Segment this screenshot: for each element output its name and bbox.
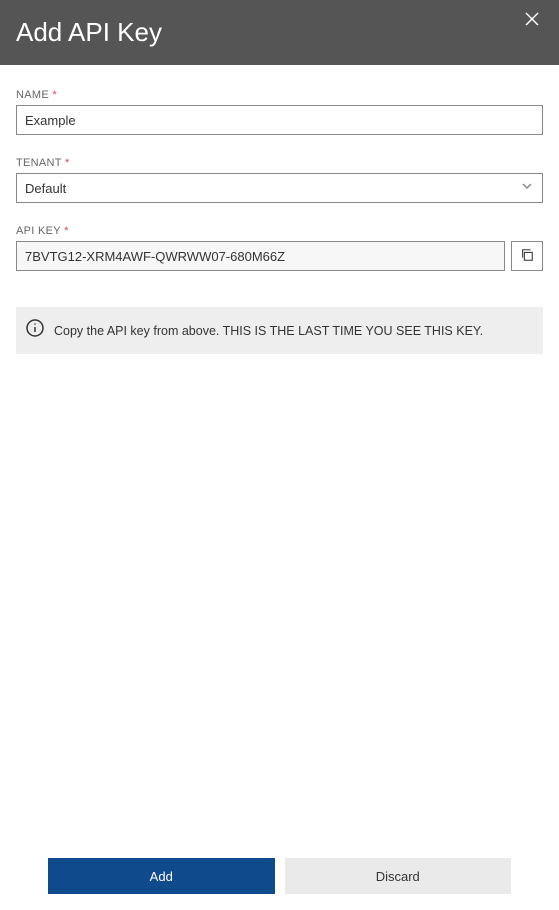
field-name: NAME * <box>16 89 543 135</box>
dialog-footer: Add Discard <box>0 842 559 910</box>
field-tenant: TENANT * Default <box>16 157 543 203</box>
apikey-label: API KEY * <box>16 225 543 237</box>
discard-button[interactable]: Discard <box>285 858 512 894</box>
apikey-row <box>16 241 543 271</box>
copy-icon <box>520 248 534 265</box>
tenant-select[interactable]: Default <box>16 173 543 203</box>
close-icon <box>525 13 539 30</box>
copy-button[interactable] <box>511 241 543 271</box>
apikey-label-text: API KEY <box>16 225 61 237</box>
required-indicator: * <box>52 89 57 101</box>
info-icon <box>26 319 44 342</box>
tenant-select-wrapper: Default <box>16 173 543 203</box>
field-apikey: API KEY * <box>16 225 543 271</box>
apikey-input[interactable] <box>16 241 505 271</box>
required-indicator: * <box>65 157 70 169</box>
dialog-header: Add API Key <box>0 0 559 65</box>
name-input[interactable] <box>16 105 543 135</box>
info-banner: Copy the API key from above. THIS IS THE… <box>16 307 543 354</box>
tenant-label: TENANT * <box>16 157 543 169</box>
info-text: Copy the API key from above. THIS IS THE… <box>54 324 483 338</box>
close-button[interactable] <box>521 8 543 35</box>
tenant-label-text: TENANT <box>16 157 62 169</box>
required-indicator: * <box>64 225 69 237</box>
name-label: NAME * <box>16 89 543 101</box>
add-button[interactable]: Add <box>48 858 275 894</box>
dialog-content: NAME * TENANT * Default API KEY * <box>0 65 559 842</box>
dialog-title: Add API Key <box>16 17 162 48</box>
name-label-text: NAME <box>16 89 49 101</box>
